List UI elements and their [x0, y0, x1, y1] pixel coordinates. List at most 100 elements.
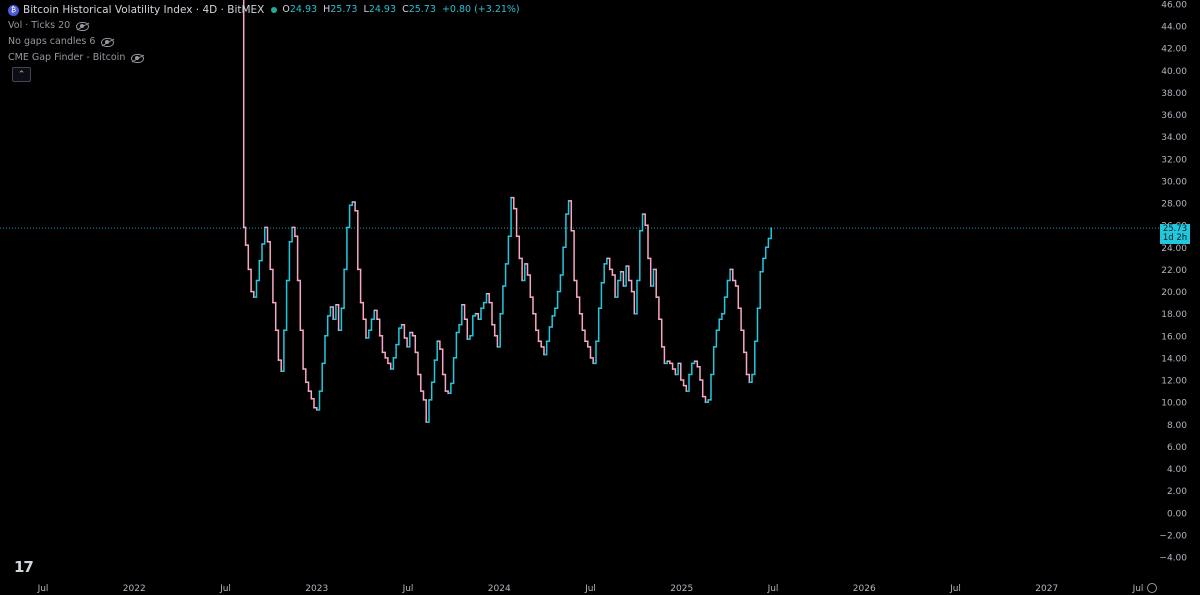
- y-tick-label: 38.00: [1161, 89, 1187, 99]
- series-step: [752, 341, 756, 376]
- series-step: [711, 346, 715, 376]
- series-step: [450, 357, 455, 385]
- series-step: [464, 318, 469, 340]
- series-step: [765, 238, 770, 249]
- series-step: [609, 268, 614, 275]
- collapse-legend-button[interactable]: ⌃: [12, 67, 31, 82]
- x-tick-label: 2026: [853, 584, 876, 594]
- series-step: [248, 268, 252, 292]
- series-step: [648, 257, 652, 286]
- series-step: [680, 379, 685, 386]
- series-step: [735, 285, 740, 309]
- series-step: [489, 301, 493, 325]
- series-step: [754, 308, 759, 343]
- legend-title-row[interactable]: ₿ Bitcoin Historical Volatility Index · …: [8, 2, 520, 18]
- series-step: [371, 310, 375, 320]
- series-step: [283, 280, 288, 332]
- series-step: [272, 301, 277, 331]
- series-step: [768, 228, 772, 240]
- series-step: [631, 290, 636, 314]
- series-step: [300, 329, 304, 369]
- series-step: [590, 357, 594, 364]
- series-step: [243, 226, 247, 246]
- chevron-up-icon: ⌃: [17, 69, 26, 80]
- price-chart[interactable]: 46.00 44.00 42.00 40.00 38.00 36.00 34.00 32.00…: [0, 0, 1200, 595]
- series-step: [763, 247, 767, 260]
- series-step: [527, 274, 532, 298]
- series-step: [760, 258, 764, 273]
- series-step: [360, 301, 365, 320]
- series-step: [700, 379, 704, 397]
- tradingview-logo[interactable]: 17: [14, 558, 34, 576]
- gear-icon[interactable]: [1147, 583, 1157, 593]
- series-step: [716, 319, 720, 332]
- series-step: [596, 308, 600, 343]
- series-step: [311, 398, 315, 408]
- y-tick-label: 0.00: [1167, 509, 1187, 519]
- series-step: [327, 307, 332, 317]
- series-step: [604, 258, 608, 265]
- series-step: [513, 207, 518, 237]
- series-step: [530, 296, 534, 314]
- x-tick-label: Jul: [219, 584, 231, 594]
- series-step: [661, 346, 666, 364]
- series-step: [538, 340, 542, 347]
- indicator-no-gaps[interactable]: No gaps candles 6: [8, 34, 520, 50]
- series-step: [746, 373, 751, 383]
- series-point: [770, 227, 773, 230]
- x-tick-label: Jul: [402, 584, 414, 594]
- series-step: [415, 351, 419, 375]
- series-step: [549, 315, 553, 328]
- series-step: [708, 374, 712, 401]
- y-tick-label: 6.00: [1167, 443, 1187, 453]
- series-step: [270, 268, 274, 303]
- series-step: [738, 307, 742, 331]
- y-tick-label: 4.00: [1167, 465, 1187, 475]
- indicator-cme-gap[interactable]: CME Gap Finder - Bitcoin: [8, 50, 520, 66]
- ohlc-values: O24.93 H25.73 L24.93 C25.73 +0.80 (+3.21…: [282, 4, 520, 15]
- series-step: [278, 359, 282, 372]
- y-tick-label: 28.00: [1161, 200, 1187, 210]
- y-tick-label: 44.00: [1161, 23, 1187, 33]
- series-step: [453, 332, 458, 359]
- series-step: [245, 244, 250, 270]
- series-step: [412, 335, 417, 353]
- series-step: [713, 330, 718, 348]
- time-axis: Jul 2022 Jul 2023 Jul 2024 Jul 2025 Jul 2026 Jul 20…: [37, 584, 1144, 594]
- series-step: [256, 260, 261, 282]
- x-tick-label: Jul: [1132, 584, 1144, 594]
- hidden-eye-icon[interactable]: [131, 53, 145, 63]
- hidden-eye-icon[interactable]: [101, 37, 115, 47]
- series-step: [563, 214, 567, 249]
- series-step: [554, 291, 559, 309]
- series-step: [303, 368, 307, 383]
- symbol-title[interactable]: Bitcoin Historical Volatility Index · 4D…: [23, 2, 264, 18]
- series-step: [346, 205, 351, 229]
- series-step: [344, 227, 348, 271]
- series-step: [439, 348, 444, 375]
- y-tick-label: 30.00: [1161, 177, 1187, 187]
- y-tick-label: 14.00: [1161, 354, 1187, 364]
- y-tick-label: 18.00: [1161, 310, 1187, 320]
- indicator-vol[interactable]: Vol · Ticks 20: [8, 18, 520, 34]
- y-tick-label: 46.00: [1161, 1, 1187, 11]
- series-step: [719, 313, 723, 320]
- series-step: [582, 329, 586, 342]
- series-step: [431, 360, 436, 384]
- x-tick-label: Jul: [767, 584, 779, 594]
- x-tick-label: 2025: [670, 584, 693, 594]
- price-axis: 46.00 44.00 42.00 40.00 38.00 36.00 34.00 32.00…: [1159, 0, 1200, 595]
- series-step: [637, 230, 641, 282]
- series-step: [672, 368, 677, 375]
- series-step: [259, 244, 263, 262]
- series-step: [420, 390, 425, 400]
- symbol-logo-icon: ₿: [8, 4, 19, 16]
- series-step: [297, 279, 302, 331]
- series-step: [470, 315, 474, 337]
- hidden-eye-icon[interactable]: [76, 21, 90, 31]
- series-step: [363, 318, 367, 338]
- series-step: [732, 279, 737, 286]
- bar-countdown: 1d 2h: [1162, 233, 1188, 243]
- series-step: [541, 346, 545, 355]
- series-step: [533, 312, 537, 331]
